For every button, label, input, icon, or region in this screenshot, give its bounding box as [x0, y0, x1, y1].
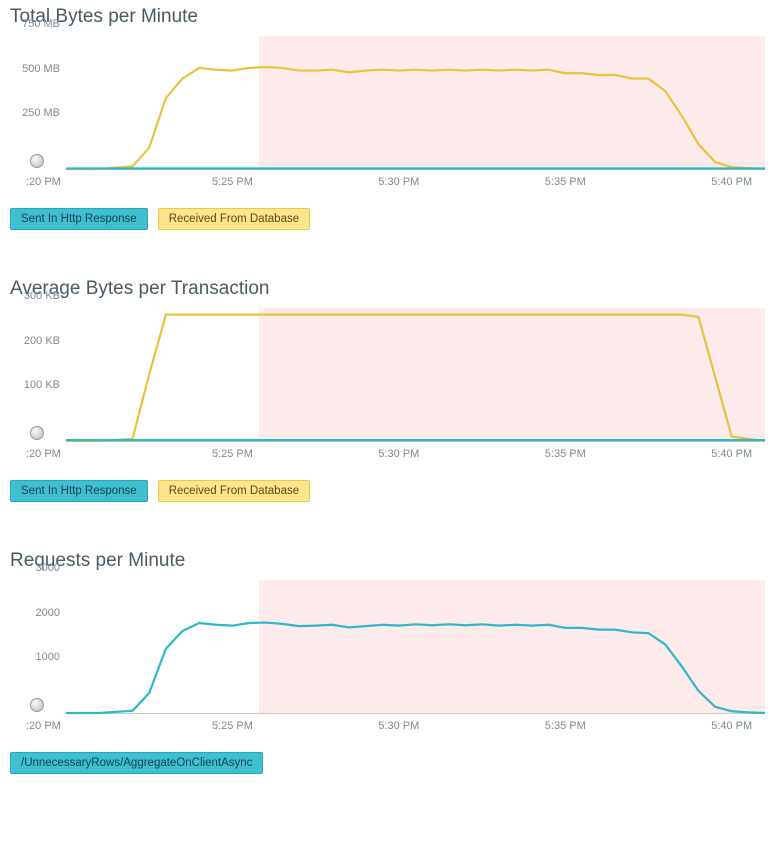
- range-handle-icon[interactable]: [30, 698, 44, 712]
- x-tick-label: :20 PM: [26, 448, 61, 460]
- legend-item[interactable]: Sent In Http Response: [10, 480, 148, 502]
- chart-title: Average Bytes per Transaction: [10, 278, 767, 300]
- x-tick-label: 5:40 PM: [711, 448, 752, 460]
- x-tick-label: 5:35 PM: [545, 176, 586, 188]
- chart-lines: [66, 580, 765, 713]
- x-tick-label: 5:40 PM: [711, 720, 752, 732]
- y-tick-label: 3000: [36, 562, 60, 574]
- chart-area: 100020003000:20 PM5:25 PM5:30 PM5:35 PM5…: [10, 580, 767, 738]
- y-tick-label: 100 KB: [24, 379, 60, 391]
- chart-area: 100 KB200 KB300 KB:20 PM5:25 PM5:30 PM5:…: [10, 308, 767, 466]
- x-tick-label: 5:25 PM: [212, 720, 253, 732]
- x-tick-label: 5:30 PM: [378, 720, 419, 732]
- chart-title: Requests per Minute: [10, 550, 767, 572]
- y-tick-label: 1000: [36, 651, 60, 663]
- range-handle-icon[interactable]: [30, 426, 44, 440]
- y-tick-label: 300 KB: [24, 290, 60, 302]
- chart-block: Average Bytes per Transaction 100 KB 200 K…: [10, 278, 767, 502]
- plot-region[interactable]: [66, 580, 765, 714]
- y-axis: 100 KB200 KB300 KB: [10, 308, 64, 442]
- x-tick-label: :20 PM: [26, 720, 61, 732]
- y-tick-label: 500 MB: [22, 63, 60, 75]
- legend: /UnnecessaryRows/AggregateOnClientAsync: [10, 752, 767, 774]
- x-tick-label: 5:35 PM: [545, 448, 586, 460]
- chart-block: Requests per Minute 1000 2000 3000 :20 PM 5:2…: [10, 550, 767, 774]
- legend-item[interactable]: Sent In Http Response: [10, 208, 148, 230]
- x-axis: :20 PM5:25 PM5:30 PM5:35 PM5:40 PM: [66, 446, 765, 466]
- legend-item[interactable]: Received From Database: [158, 208, 310, 230]
- legend-item[interactable]: /UnnecessaryRows/AggregateOnClientAsync: [10, 752, 263, 774]
- x-tick-label: 5:40 PM: [711, 176, 752, 188]
- legend: Sent In Http Response Received From Datab…: [10, 480, 767, 502]
- chart-area: 250 MB500 MB750 MB:20 PM5:25 PM5:30 PM5:…: [10, 36, 767, 194]
- x-tick-label: 5:30 PM: [378, 448, 419, 460]
- plot-region[interactable]: [66, 36, 765, 170]
- legend: Sent In Http Response Received From Datab…: [10, 208, 767, 230]
- legend-item[interactable]: Received From Database: [158, 480, 310, 502]
- y-axis: 250 MB500 MB750 MB: [10, 36, 64, 170]
- plot-region[interactable]: [66, 308, 765, 442]
- chart-lines: [66, 36, 765, 169]
- chart-lines: [66, 308, 765, 441]
- y-axis: 100020003000: [10, 580, 64, 714]
- x-axis: :20 PM5:25 PM5:30 PM5:35 PM5:40 PM: [66, 174, 765, 194]
- x-axis: :20 PM5:25 PM5:30 PM5:35 PM5:40 PM: [66, 718, 765, 738]
- x-tick-label: 5:25 PM: [212, 176, 253, 188]
- x-tick-label: :20 PM: [26, 176, 61, 188]
- y-tick-label: 750 MB: [22, 18, 60, 30]
- y-tick-label: 200 KB: [24, 335, 60, 347]
- chart-block: Total Bytes per Minute 250 MB 500 MB 750 MB…: [10, 6, 767, 230]
- y-tick-label: 2000: [36, 607, 60, 619]
- x-tick-label: 5:35 PM: [545, 720, 586, 732]
- series-line: [66, 315, 765, 441]
- range-handle-icon[interactable]: [30, 154, 44, 168]
- series-line: [66, 623, 765, 713]
- x-tick-label: 5:30 PM: [378, 176, 419, 188]
- x-tick-label: 5:25 PM: [212, 448, 253, 460]
- y-tick-label: 250 MB: [22, 107, 60, 119]
- series-line: [66, 67, 765, 169]
- chart-title: Total Bytes per Minute: [10, 6, 767, 28]
